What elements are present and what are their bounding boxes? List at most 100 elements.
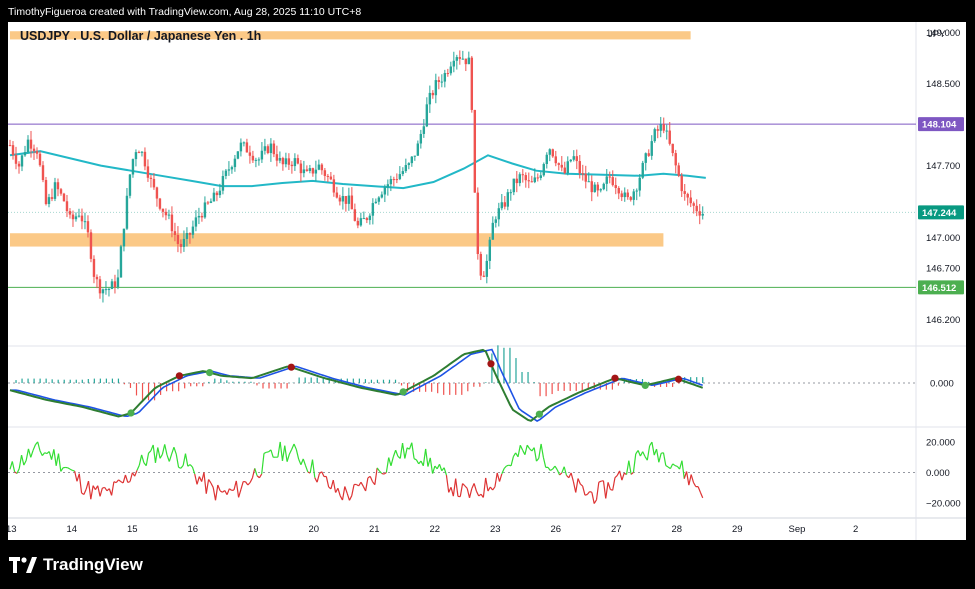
candle-body xyxy=(647,153,650,156)
candle-body xyxy=(695,205,698,212)
oscillator-segment xyxy=(584,493,588,496)
oscillator-segment xyxy=(205,479,210,494)
candle-body xyxy=(173,231,177,235)
oscillator-segment xyxy=(485,477,489,492)
candle-body xyxy=(320,164,324,171)
candle-body xyxy=(395,179,399,181)
oscillator-segment xyxy=(390,456,394,466)
oscillator-segment xyxy=(598,480,602,483)
candle-body xyxy=(599,189,602,191)
candle-body xyxy=(623,192,626,198)
candle-body xyxy=(401,171,405,175)
oscillator-segment xyxy=(48,451,53,460)
oscillator-segment xyxy=(23,460,27,466)
oscillator-segment xyxy=(304,465,309,473)
oscillator-segment xyxy=(642,451,646,457)
time-tick-label: 27 xyxy=(611,524,622,535)
candle-body xyxy=(71,214,75,220)
oscillator-segment xyxy=(90,485,94,500)
macd-cross-down-marker xyxy=(611,374,619,382)
oscillator-segment xyxy=(226,488,230,495)
oscillator-segment xyxy=(605,482,609,499)
oscillator-segment xyxy=(263,451,267,454)
time-tick-label: 2 xyxy=(853,524,858,535)
brand-name: TradingView xyxy=(43,555,143,574)
oscillator-segment xyxy=(646,445,651,461)
oscillator-segment xyxy=(492,486,496,491)
candle-body xyxy=(62,193,66,202)
oscillator-segment xyxy=(411,442,415,459)
macd-cross-down-marker xyxy=(487,360,495,368)
oscillator-segment xyxy=(415,459,420,465)
time-tick-label: 29 xyxy=(732,524,743,535)
candle-body xyxy=(116,277,120,288)
candle-body xyxy=(680,175,683,192)
oscillator-segment xyxy=(697,486,701,493)
macd-histogram-bar xyxy=(310,377,312,383)
candle-body xyxy=(410,156,414,164)
candle-body xyxy=(611,177,614,186)
candle-body xyxy=(170,214,174,232)
time-tick-label: 28 xyxy=(672,524,683,535)
candle-body xyxy=(572,156,575,160)
oscillator-segment xyxy=(429,457,434,474)
osc-tick-label: −20.000 xyxy=(926,498,961,509)
macd-histogram-bar xyxy=(533,382,535,383)
oscillator-segment xyxy=(699,492,704,499)
candle-body xyxy=(98,279,102,294)
candle-body xyxy=(344,195,348,204)
candle-body xyxy=(665,130,668,132)
candle-body xyxy=(251,155,255,161)
candle-body xyxy=(620,193,623,198)
candle-body xyxy=(341,195,345,202)
macd-histogram-bar xyxy=(461,383,463,395)
candle-body xyxy=(455,57,459,61)
oscillator-segment xyxy=(672,463,676,467)
candle-body xyxy=(155,187,159,199)
oscillator-segment xyxy=(607,482,611,490)
candle-body xyxy=(146,166,150,178)
oscillator-segment xyxy=(18,455,23,469)
macd-histogram-bar xyxy=(87,379,89,383)
macd-histogram-bar xyxy=(166,383,168,392)
candle-body xyxy=(200,215,204,218)
macd-histogram-bar xyxy=(647,381,650,383)
oscillator-segment xyxy=(510,456,514,466)
candle-body xyxy=(32,148,36,152)
candle-body xyxy=(569,159,572,162)
candle-body xyxy=(452,60,456,67)
macd-histogram-bar xyxy=(220,378,222,383)
candle-body xyxy=(38,153,42,166)
macd-histogram-bar xyxy=(485,382,487,383)
price-tag-label: 147.244 xyxy=(922,208,957,219)
oscillator-segment xyxy=(559,472,563,476)
oscillator-segment xyxy=(39,450,43,456)
candle-body xyxy=(365,218,369,221)
oscillator-segment xyxy=(369,476,374,482)
oscillator-segment xyxy=(83,488,87,495)
oscillator-segment xyxy=(582,485,586,496)
candle-body xyxy=(386,184,390,188)
candle-body xyxy=(164,211,168,216)
oscillator-segment xyxy=(688,474,692,486)
oscillator-segment xyxy=(97,485,101,497)
macd-histogram-bar xyxy=(382,379,385,383)
oscillator-segment xyxy=(196,476,200,485)
oscillator-segment xyxy=(540,443,544,458)
candle-body xyxy=(197,215,201,218)
candle-body xyxy=(626,192,629,198)
candle-body xyxy=(359,218,363,226)
candle-body xyxy=(128,174,132,196)
oscillator-segment xyxy=(379,470,383,474)
macd-cross-down-marker xyxy=(287,363,295,371)
macd-tick-label: 0.000 xyxy=(930,379,954,390)
chart-canvas[interactable]: 146.200146.700147.000147.700148.500149.0… xyxy=(8,22,966,540)
oscillator-segment xyxy=(482,477,487,498)
candle-body xyxy=(419,133,423,144)
oscillator-segment xyxy=(300,458,304,465)
oscillator-segment xyxy=(157,447,161,459)
candle-body xyxy=(677,165,680,176)
candle-body xyxy=(77,215,81,217)
candle-body xyxy=(668,130,671,144)
macd-histogram-bar xyxy=(443,383,445,395)
